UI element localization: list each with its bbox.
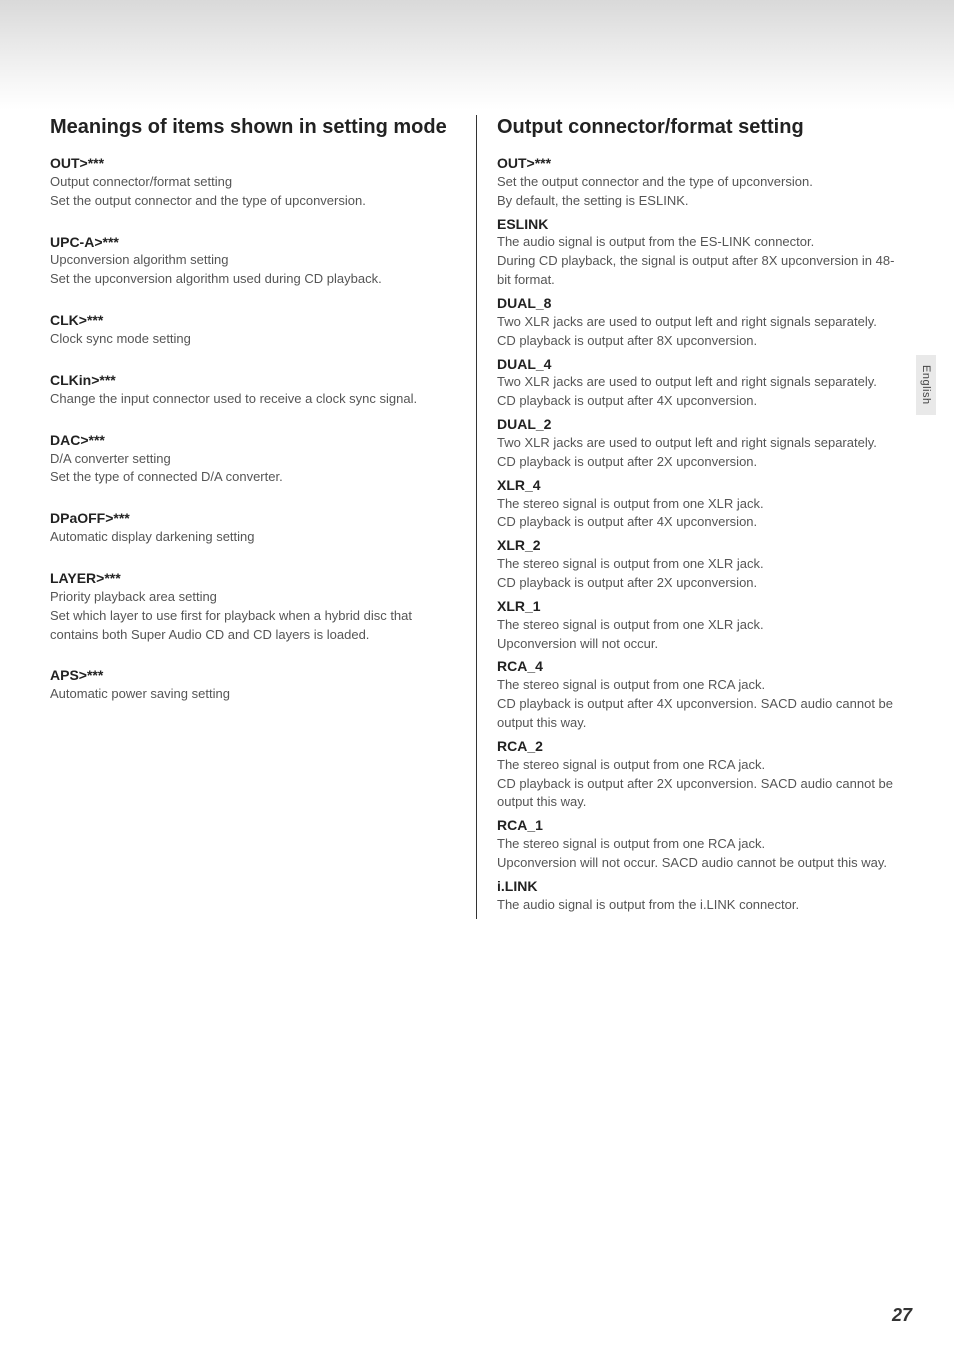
setting-desc: Set which layer to use first for playbac… xyxy=(50,607,456,645)
setting-term: DPaOFF>*** xyxy=(50,509,456,528)
setting-item: DAC>*** D/A converter setting Set the ty… xyxy=(50,431,456,488)
setting-desc: Set the upconversion algorithm used duri… xyxy=(50,270,456,289)
setting-desc: Change the input connector used to recei… xyxy=(50,390,456,409)
setting-item: DPaOFF>*** Automatic display darkening s… xyxy=(50,509,456,547)
setting-desc: Priority playback area setting xyxy=(50,588,456,607)
option-term: XLR_1 xyxy=(497,597,904,616)
setting-term: LAYER>*** xyxy=(50,569,456,588)
setting-desc: By default, the setting is ESLINK. xyxy=(497,192,904,211)
format-option: i.LINK The audio signal is output from t… xyxy=(497,877,904,915)
option-term: DUAL_2 xyxy=(497,415,904,434)
setting-desc: D/A converter setting xyxy=(50,450,456,469)
format-option: ESLINK The audio signal is output from t… xyxy=(497,215,904,290)
format-option: XLR_2 The stereo signal is output from o… xyxy=(497,536,904,593)
format-option: DUAL_4 Two XLR jacks are used to output … xyxy=(497,355,904,412)
setting-item: OUT>*** Output connector/format setting … xyxy=(50,154,456,211)
option-term: DUAL_8 xyxy=(497,294,904,313)
setting-desc: Set the output connector and the type of… xyxy=(497,173,904,192)
setting-term: APS>*** xyxy=(50,666,456,685)
setting-item: APS>*** Automatic power saving setting xyxy=(50,666,456,704)
option-desc: CD playback is output after 2X upconvers… xyxy=(497,453,904,472)
format-option: RCA_1 The stereo signal is output from o… xyxy=(497,816,904,873)
setting-desc: Set the type of connected D/A converter. xyxy=(50,468,456,487)
page-number: 27 xyxy=(892,1305,912,1326)
option-desc: The stereo signal is output from one XLR… xyxy=(497,495,904,514)
option-term: RCA_1 xyxy=(497,816,904,835)
setting-desc: Output connector/format setting xyxy=(50,173,456,192)
option-desc: CD playback is output after 4X upconvers… xyxy=(497,695,904,733)
option-desc: CD playback is output after 4X upconvers… xyxy=(497,513,904,532)
setting-term: CLK>*** xyxy=(50,311,456,330)
option-term: XLR_4 xyxy=(497,476,904,495)
option-desc: The audio signal is output from the ES-L… xyxy=(497,233,904,252)
option-desc: The stereo signal is output from one XLR… xyxy=(497,555,904,574)
setting-item: OUT>*** Set the output connector and the… xyxy=(497,154,904,211)
format-option: RCA_4 The stereo signal is output from o… xyxy=(497,657,904,732)
option-desc: Upconversion will not occur. xyxy=(497,635,904,654)
setting-desc: Automatic display darkening setting xyxy=(50,528,456,547)
left-heading: Meanings of items shown in setting mode xyxy=(50,115,456,140)
setting-item: CLK>*** Clock sync mode setting xyxy=(50,311,456,349)
option-desc: Upconversion will not occur. SACD audio … xyxy=(497,854,904,873)
option-term: ESLINK xyxy=(497,215,904,234)
option-term: i.LINK xyxy=(497,877,904,896)
option-desc: During CD playback, the signal is output… xyxy=(497,252,904,290)
setting-term: OUT>*** xyxy=(50,154,456,173)
option-desc: Two XLR jacks are used to output left an… xyxy=(497,434,904,453)
setting-item: LAYER>*** Priority playback area setting… xyxy=(50,569,456,644)
setting-desc: Clock sync mode setting xyxy=(50,330,456,349)
right-heading: Output connector/format setting xyxy=(497,115,904,140)
option-term: XLR_2 xyxy=(497,536,904,555)
option-desc: Two XLR jacks are used to output left an… xyxy=(497,313,904,332)
right-column: Output connector/format setting OUT>*** … xyxy=(477,115,904,919)
option-term: RCA_2 xyxy=(497,737,904,756)
setting-desc: Upconversion algorithm setting xyxy=(50,251,456,270)
option-term: DUAL_4 xyxy=(497,355,904,374)
option-desc: The stereo signal is output from one RCA… xyxy=(497,756,904,775)
two-column-layout: Meanings of items shown in setting mode … xyxy=(50,115,904,919)
format-option: XLR_4 The stereo signal is output from o… xyxy=(497,476,904,533)
option-desc: CD playback is output after 4X upconvers… xyxy=(497,392,904,411)
setting-term: UPC-A>*** xyxy=(50,233,456,252)
setting-term: DAC>*** xyxy=(50,431,456,450)
option-desc: The audio signal is output from the i.LI… xyxy=(497,896,904,915)
format-option: DUAL_2 Two XLR jacks are used to output … xyxy=(497,415,904,472)
setting-term: CLKin>*** xyxy=(50,371,456,390)
option-desc: The stereo signal is output from one RCA… xyxy=(497,676,904,695)
option-desc: CD playback is output after 2X upconvers… xyxy=(497,574,904,593)
setting-item: CLKin>*** Change the input connector use… xyxy=(50,371,456,409)
setting-item: UPC-A>*** Upconversion algorithm setting… xyxy=(50,233,456,290)
format-option: DUAL_8 Two XLR jacks are used to output … xyxy=(497,294,904,351)
setting-desc: Set the output connector and the type of… xyxy=(50,192,456,211)
option-desc: The stereo signal is output from one RCA… xyxy=(497,835,904,854)
setting-term: OUT>*** xyxy=(497,154,904,173)
format-option: XLR_1 The stereo signal is output from o… xyxy=(497,597,904,654)
option-desc: The stereo signal is output from one XLR… xyxy=(497,616,904,635)
left-column: Meanings of items shown in setting mode … xyxy=(50,115,477,919)
setting-desc: Automatic power saving setting xyxy=(50,685,456,704)
option-desc: Two XLR jacks are used to output left an… xyxy=(497,373,904,392)
format-option: RCA_2 The stereo signal is output from o… xyxy=(497,737,904,812)
option-desc: CD playback is output after 2X upconvers… xyxy=(497,775,904,813)
option-desc: CD playback is output after 8X upconvers… xyxy=(497,332,904,351)
option-term: RCA_4 xyxy=(497,657,904,676)
page-content: Meanings of items shown in setting mode … xyxy=(0,0,954,959)
